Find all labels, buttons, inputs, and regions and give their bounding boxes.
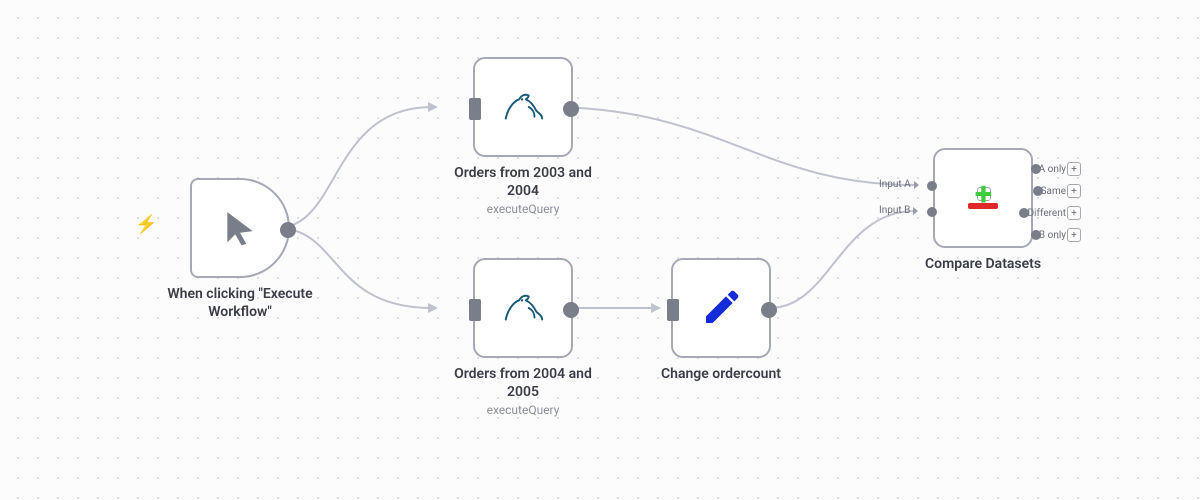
node-trigger-label: When clicking "Execute Workflow" (155, 286, 325, 321)
mysql-icon (500, 288, 546, 328)
port-in-b[interactable] (927, 207, 937, 217)
port-in-a[interactable] (927, 181, 937, 191)
compare-icon: + (968, 187, 998, 209)
cursor-icon (221, 209, 259, 247)
node-change-label: Change ordercount (661, 366, 781, 384)
node-query1-label: Orders from 2003 and 2004 (438, 165, 608, 200)
input-a-label: Input A (879, 179, 919, 190)
port-out[interactable] (563, 302, 579, 318)
bolt-icon: ⚡ (135, 214, 157, 235)
port-out[interactable] (280, 222, 296, 238)
node-trigger[interactable]: ⚡ When clicking "Execute Workflow" (155, 178, 325, 321)
node-query2-sublabel: executeQuery (487, 403, 560, 417)
mysql-icon (500, 87, 546, 127)
node-query2-label: Orders from 2004 and 2005 (438, 366, 608, 401)
node-query1-sublabel: executeQuery (487, 202, 560, 216)
port-in[interactable] (667, 299, 679, 321)
port-out[interactable] (563, 101, 579, 117)
node-query-2003-2004[interactable]: Orders from 2003 and 2004 executeQuery (438, 57, 608, 216)
node-query-2004-2005[interactable]: Orders from 2004 and 2005 executeQuery (438, 258, 608, 417)
port-out-different[interactable]: Different+ (1027, 206, 1081, 220)
node-compare-label: Compare Datasets (925, 256, 1041, 274)
node-compare-datasets[interactable]: Input A Input B + A only+ Same+ Differen… (925, 148, 1041, 274)
pencil-icon (701, 288, 741, 328)
port-in[interactable] (469, 299, 481, 321)
workflow-canvas[interactable]: ⚡ When clicking "Execute Workflow" Order… (0, 0, 1200, 500)
port-out-a-only[interactable]: A only+ (1039, 162, 1081, 176)
node-change-ordercount[interactable]: Change ordercount (661, 258, 781, 384)
input-b-label: Input B (879, 205, 918, 216)
port-out-b-only[interactable]: B only+ (1039, 228, 1081, 242)
port-out-same[interactable]: Same+ (1041, 184, 1081, 198)
port-in[interactable] (469, 98, 481, 120)
port-out[interactable] (761, 302, 777, 318)
